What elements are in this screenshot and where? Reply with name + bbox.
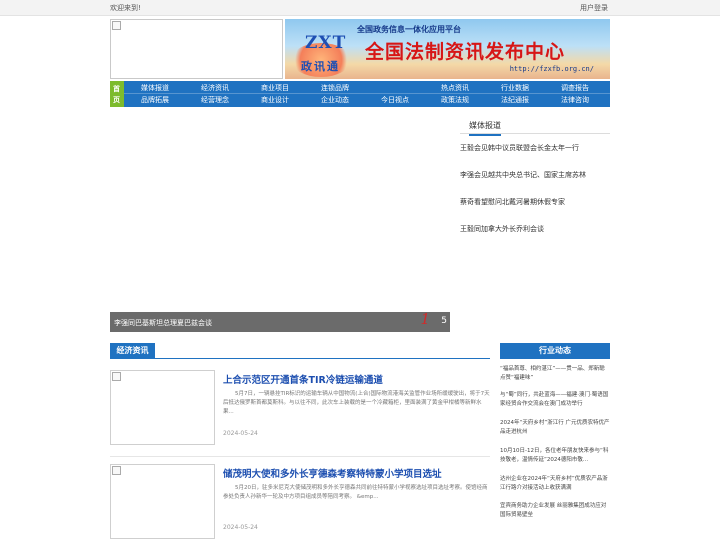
nav-home-char: 首 xyxy=(113,85,120,93)
nav-item[interactable]: 法律咨询 xyxy=(545,95,605,105)
nav-item[interactable]: 商业项目 xyxy=(245,83,305,93)
welcome-text: 欢迎来到! xyxy=(110,4,141,12)
industry-news-item[interactable]: 宜宾商务助力企业发展 丝丽雅集团成功应对国际贸易壁垒 xyxy=(500,502,610,520)
logo-image[interactable] xyxy=(110,19,283,79)
media-reports-title[interactable]: 媒体报道 xyxy=(469,120,501,136)
media-news-item[interactable]: 王毅会见韩中议员联盟会长金太年一行 xyxy=(460,143,579,153)
article-thumbnail[interactable] xyxy=(110,370,215,445)
industry-news-item[interactable]: 达州企业在2024年“天府乡村”优质农产品浙江行路介对接活动上收获满满 xyxy=(500,475,610,493)
article-date: 2024-05-24 xyxy=(223,430,258,437)
slider-caption-bar: 李强同巴基斯坦总理夏巴兹会谈 1 5 xyxy=(110,310,450,332)
broken-image-icon xyxy=(112,372,121,381)
media-reports-panel: 媒体报道 王毅会见韩中议员联盟会长金太年一行 李强会见越共中央总书记、国家主席苏… xyxy=(460,118,610,233)
article-title[interactable]: 上合示范区开通首条TIR冷链运输通道 xyxy=(223,372,383,386)
economy-section-header: 经济资讯 xyxy=(110,343,490,359)
article-item: 上合示范区开通首条TIR冷链运输通道 5月7日，一辆悬挂TIR标识的运输车辆从中… xyxy=(110,370,490,448)
nav-home-char: 页 xyxy=(113,96,120,104)
banner-url: http://fzxfb.org.cn/ xyxy=(509,65,594,73)
article-item: 储茂明大使和多外长亨德森考察特特蒙小学项目选址 5月20日，驻多米尼克大使储茂明… xyxy=(110,464,490,542)
nav-item[interactable]: 调查报告 xyxy=(545,83,605,93)
nav-item[interactable]: 法纪通报 xyxy=(485,95,545,105)
nav-divider xyxy=(124,93,610,94)
industry-news-panel: 行业动态 “福品首尊、相约湛江”——贯一品、郑新聪点赞“福建味” 与“蜀”同行，… xyxy=(500,343,610,518)
nav-item[interactable]: 媒体报道 xyxy=(125,83,185,93)
nav-item[interactable]: 政策法规 xyxy=(425,95,485,105)
broken-image-icon xyxy=(112,21,121,30)
nav-item[interactable]: 经营理念 xyxy=(185,95,245,105)
slider-caption[interactable]: 李强同巴基斯坦总理夏巴兹会谈 xyxy=(114,318,212,328)
media-news-item[interactable]: 王毅同加拿大外长乔利会谈 xyxy=(460,224,544,234)
main-nav: 首 页 媒体报道 经济资讯 商业项目 连锁品牌 热点资讯 行业数据 调查报告 品… xyxy=(110,81,610,107)
nav-item[interactable]: 品牌拓展 xyxy=(125,95,185,105)
banner-title: 全国法制资讯发布中心 xyxy=(365,41,566,63)
hero-banner: 全国政务信息一体化应用平台 ZXT 政讯通 全国法制资讯发布中心 http://… xyxy=(285,19,610,79)
zxt-logo-cn: 政讯通 xyxy=(301,60,340,73)
site-banner: 全国政务信息一体化应用平台 ZXT 政讯通 全国法制资讯发布中心 http://… xyxy=(110,19,610,79)
login-link[interactable]: 用户登录 xyxy=(580,3,608,13)
article-thumbnail[interactable] xyxy=(110,464,215,539)
media-news-item[interactable]: 蔡奇看望慰问北戴河暑期休假专家 xyxy=(460,197,565,207)
media-news-item[interactable]: 李强会见越共中央总书记、国家主席苏林 xyxy=(460,170,586,180)
industry-news-item[interactable]: 2024年“天府乡村”浙江行 广元优质农特优产品走进杭州 xyxy=(500,419,610,437)
nav-item[interactable]: 商业设计 xyxy=(245,95,305,105)
economy-section-title[interactable]: 经济资讯 xyxy=(110,343,155,359)
article-date: 2024-05-24 xyxy=(223,524,258,531)
top-bar: 欢迎来到! 用户登录 xyxy=(0,0,720,16)
nav-item[interactable]: 今日视点 xyxy=(365,95,425,105)
zxt-logo-text: ZXT xyxy=(305,33,347,53)
article-summary: 5月20日，驻多米尼克大使储茂明和多外长亨德森共同前往特特蒙小学视察选址项目选址… xyxy=(223,485,488,500)
slider-index[interactable]: 5 xyxy=(441,316,447,326)
article-summary: 5月7日，一辆悬挂TIR标识的运输车辆从中国物流(上合)国际物流港海关监管作业场… xyxy=(223,391,490,415)
industry-news-item[interactable]: 10月10日-12日，各位老年朋友快来参与“科技敬老，温情传延”2024德阳市敬… xyxy=(500,447,610,465)
news-slider[interactable]: 李强同巴基斯坦总理夏巴兹会谈 1 5 xyxy=(110,118,450,332)
industry-news-item[interactable]: 与“蜀”同行，共赴蓝海——福建·澳门·蜀语国家经贸合作交流会在澳门成功举行 xyxy=(500,391,610,409)
broken-image-icon xyxy=(112,466,121,475)
nav-item[interactable]: 行业数据 xyxy=(485,83,545,93)
nav-item[interactable]: 连锁品牌 xyxy=(305,83,365,93)
nav-item[interactable]: 热点资讯 xyxy=(425,83,485,93)
nav-home[interactable]: 首 页 xyxy=(110,81,124,107)
media-reports-header: 媒体报道 xyxy=(460,118,610,136)
industry-news-item[interactable]: “福品首尊、相约湛江”——贯一品、郑新聪点赞“福建味” xyxy=(500,365,610,383)
article-divider xyxy=(110,456,490,457)
slider-active-index[interactable]: 1 xyxy=(420,310,430,328)
nav-item[interactable]: 企业动态 xyxy=(305,95,365,105)
industry-news-title[interactable]: 行业动态 xyxy=(500,343,610,359)
article-title[interactable]: 储茂明大使和多外长亨德森考察特特蒙小学项目选址 xyxy=(223,466,442,480)
nav-item[interactable]: 经济资讯 xyxy=(185,83,245,93)
banner-tagline: 全国政务信息一体化应用平台 xyxy=(357,25,461,34)
